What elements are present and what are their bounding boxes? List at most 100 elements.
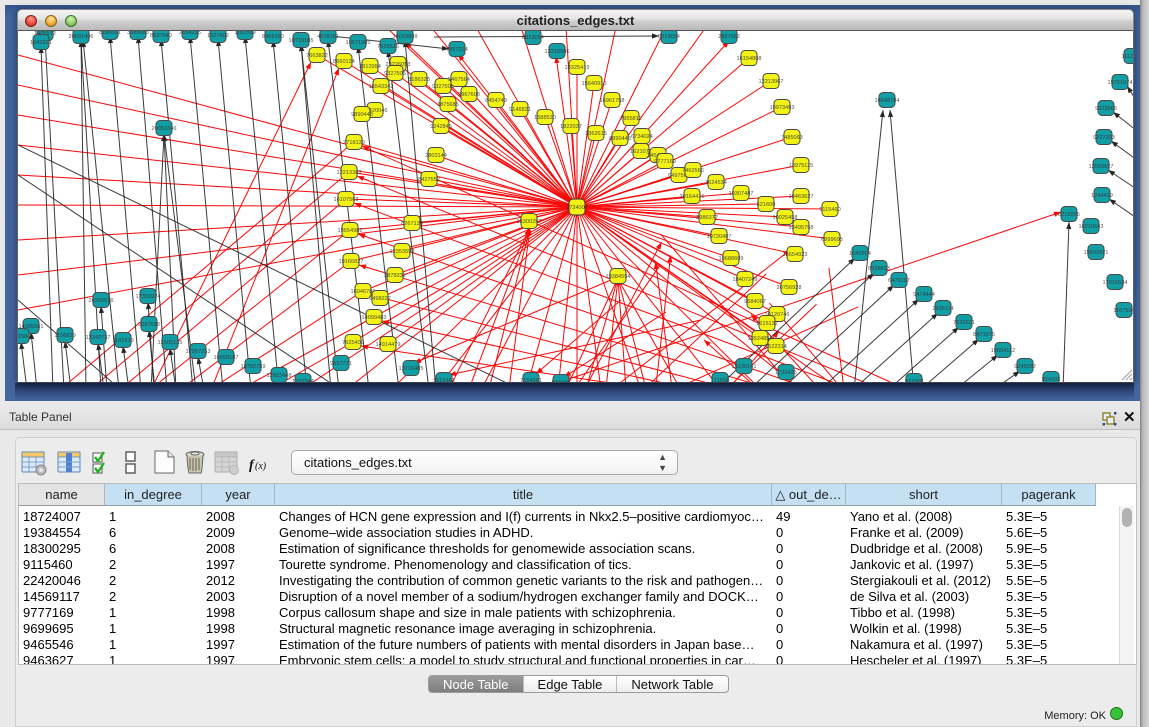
svg-text:9777169: 9777169 [654, 159, 676, 165]
svg-text:9890448: 9890448 [351, 112, 373, 118]
svg-text:13325419: 13325419 [565, 65, 590, 71]
svg-text:9474444: 9474444 [913, 292, 935, 298]
svg-text:18407249: 18407249 [733, 277, 758, 283]
svg-text:3875685: 3875685 [437, 102, 459, 108]
svg-text:14914479: 14914479 [376, 342, 401, 348]
svg-text:10720407: 10720407 [707, 234, 732, 240]
svg-text:26206576: 26206576 [89, 298, 114, 304]
svg-text:2935114: 2935114 [932, 306, 953, 312]
svg-text:8196001: 8196001 [99, 31, 121, 36]
svg-text:10719185: 10719185 [289, 38, 314, 44]
svg-text:12505135: 12505135 [158, 340, 183, 346]
svg-text:8186328: 8186328 [408, 77, 430, 83]
svg-text:10654112: 10654112 [991, 348, 1015, 354]
svg-text:9327508: 9327508 [432, 84, 454, 90]
svg-text:1362615: 1362615 [585, 131, 607, 137]
svg-text:12342737: 12342737 [86, 335, 111, 341]
svg-text:9498222: 9498222 [369, 296, 391, 302]
svg-text:7462566: 7462566 [682, 168, 704, 174]
svg-text:12353593: 12353593 [390, 249, 415, 255]
svg-text:3624534: 3624534 [705, 180, 727, 186]
svg-text:16107563: 16107563 [334, 197, 359, 203]
svg-text:9115460: 9115460 [819, 207, 840, 213]
svg-text:3389083: 3389083 [127, 31, 149, 36]
svg-text:7955812: 7955812 [620, 116, 642, 122]
svg-text:12213383: 12213383 [337, 170, 362, 176]
svg-text:8990448: 8990448 [609, 136, 631, 142]
svg-text:19384554: 19384554 [606, 274, 631, 280]
svg-text:10671385: 10671385 [346, 40, 371, 46]
svg-text:8813054: 8813054 [658, 34, 680, 40]
svg-text:1527602: 1527602 [207, 33, 229, 39]
svg-text:2718129: 2718129 [343, 140, 365, 146]
svg-text:13975115: 13975115 [789, 163, 813, 169]
svg-text:8471676: 8471676 [973, 332, 995, 338]
svg-text:1043321: 1043321 [30, 40, 52, 46]
svg-text:391584: 391584 [18, 334, 30, 340]
svg-text:1588520: 1588520 [534, 115, 556, 121]
svg-text:1167534: 1167534 [1113, 308, 1134, 314]
svg-text:10958187: 10958187 [214, 355, 239, 361]
svg-text:15640910: 15640910 [582, 81, 607, 87]
svg-text:7857224: 7857224 [446, 47, 468, 53]
svg-text:14099483: 14099483 [362, 315, 387, 321]
svg-text:1112842: 1112842 [1122, 54, 1134, 60]
svg-text:12823448: 12823448 [267, 373, 292, 379]
svg-text:9323966: 9323966 [1095, 106, 1117, 112]
svg-text:4078161: 4078161 [317, 34, 339, 40]
svg-text:915046: 915046 [552, 380, 571, 383]
svg-text:1733426: 1733426 [775, 370, 797, 376]
svg-text:10307487: 10307487 [729, 191, 754, 197]
svg-text:3878332: 3878332 [384, 273, 406, 279]
svg-text:621600: 621600 [757, 202, 776, 208]
svg-text:9245032: 9245032 [1014, 364, 1036, 370]
svg-text:1724007: 1724007 [566, 205, 588, 211]
svg-text:17957253: 17957253 [186, 349, 211, 355]
svg-text:9242845: 9242845 [430, 124, 452, 130]
svg-text:6479197: 6479197 [888, 278, 910, 284]
svg-text:7154061: 7154061 [520, 378, 542, 383]
svg-text:19654982: 19654982 [338, 228, 363, 234]
svg-text:8813054: 8813054 [522, 35, 544, 41]
svg-text:16033809: 16033809 [393, 34, 418, 40]
svg-text:7632621: 7632621 [953, 320, 975, 326]
svg-text:7485063: 7485063 [781, 135, 803, 141]
svg-text:8215955: 8215955 [1058, 212, 1080, 218]
svg-text:2654235: 2654235 [179, 31, 201, 36]
svg-text:1522314: 1522314 [765, 344, 787, 350]
svg-text:20756928: 20756928 [777, 285, 802, 291]
svg-text:6734024: 6734024 [631, 134, 653, 140]
svg-text:9115460: 9115460 [433, 378, 454, 383]
svg-text:10210643: 10210643 [1079, 224, 1104, 230]
svg-text:16154808: 16154808 [737, 56, 762, 62]
svg-text:1161559: 1161559 [234, 31, 255, 36]
svg-text:8427552: 8427552 [418, 177, 440, 183]
svg-text:924503: 924503 [1042, 377, 1061, 383]
svg-text:9146821: 9146821 [509, 107, 531, 113]
svg-text:8660124: 8660124 [333, 59, 355, 65]
svg-text:13495758: 13495758 [789, 225, 814, 231]
svg-text:1141519: 1141519 [112, 338, 133, 344]
svg-text:7663822: 7663822 [306, 53, 328, 59]
svg-text:16961758: 16961758 [600, 98, 625, 104]
svg-text:5467564: 5467564 [448, 77, 470, 83]
svg-text:20691406: 20691406 [69, 34, 94, 40]
svg-text:15300257: 15300257 [517, 219, 542, 225]
svg-text:13218506: 13218506 [545, 49, 570, 55]
svg-text:10973493: 10973493 [770, 105, 795, 111]
svg-text:1640954: 1640954 [849, 251, 871, 257]
svg-text:8637940: 8637940 [150, 33, 172, 39]
svg-text:2803144: 2803144 [425, 153, 447, 159]
svg-text:20164416: 20164416 [680, 194, 705, 200]
svg-text:2986372: 2986372 [696, 215, 718, 221]
svg-text:2967608: 2967608 [458, 92, 480, 98]
svg-text:1244419: 1244419 [1091, 193, 1113, 199]
svg-text:8454749: 8454749 [485, 98, 507, 104]
svg-text:16543342: 16543342 [369, 84, 394, 90]
svg-text:8466160: 8466160 [262, 34, 284, 40]
svg-text:10782759: 10782759 [241, 364, 266, 370]
svg-text:9684067: 9684067 [744, 299, 766, 305]
svg-text:17359924: 17359924 [136, 294, 161, 300]
svg-text:12093827: 12093827 [1089, 164, 1114, 170]
svg-text:8938823: 8938823 [868, 266, 890, 272]
